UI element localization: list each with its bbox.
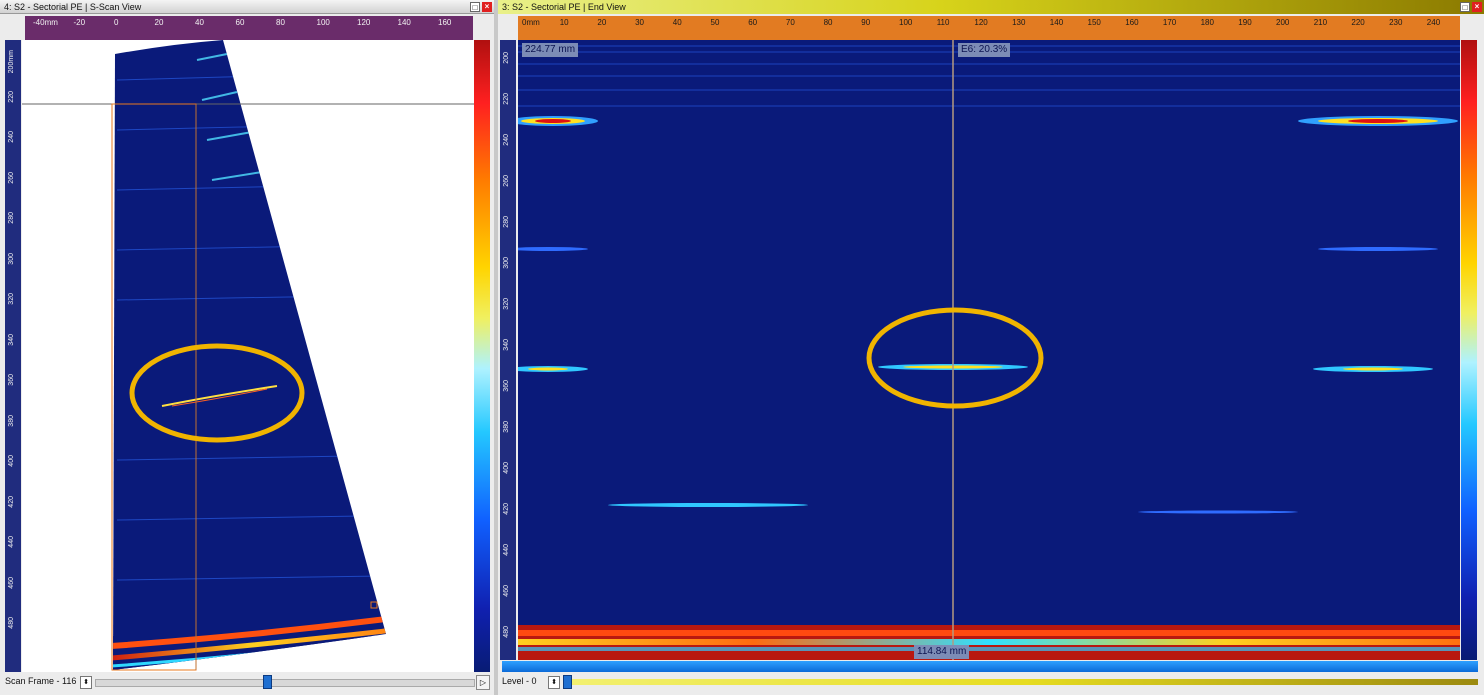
ruler-tick-label: 210	[1313, 18, 1328, 27]
ruler-tick-label: 260	[503, 175, 510, 187]
cursor-position-readout: 114.84 mm	[914, 645, 970, 659]
ruler-tick-label: 160	[1125, 18, 1139, 27]
ruler-tick-label: -20	[73, 18, 86, 27]
maximize-button[interactable]: □	[1460, 2, 1470, 12]
scan-frame-slider[interactable]	[95, 679, 475, 687]
ruler-tick-label: 100	[316, 18, 330, 27]
ruler-tick-label: 80	[823, 18, 833, 27]
ruler-tick-label: 200	[503, 52, 510, 64]
ruler-tick-label: 60	[748, 18, 758, 27]
ruler-tick-label: 360	[8, 374, 15, 386]
ruler-tick-label: 280	[503, 216, 510, 228]
ruler-tick-label: 220	[503, 93, 510, 105]
ruler-tick-label: 30	[635, 18, 644, 27]
ruler-tick-label: 0	[114, 18, 119, 27]
s-scan-color-palette	[474, 40, 490, 672]
ruler-tick-label: 300	[503, 257, 510, 269]
level-slider-thumb[interactable]	[563, 675, 572, 689]
ruler-tick-label: 480	[503, 626, 510, 638]
ruler-tick-label: 460	[8, 576, 15, 589]
level-spinner[interactable]: ⬍	[548, 676, 560, 689]
ruler-tick-label: 340	[8, 333, 15, 346]
ruler-tick-label: 380	[503, 421, 510, 433]
ruler-tick-label: 420	[8, 495, 15, 508]
ruler-tick-label: 260	[8, 171, 15, 184]
ruler-tick-label: 90	[861, 18, 871, 27]
ruler-tick-label: 440	[8, 536, 15, 548]
ruler-tick-label: 150	[1087, 18, 1101, 27]
end-view-scroll-bar[interactable]	[502, 661, 1478, 672]
end-view-vertical-ruler[interactable]: 200 220 240 260 280 300 320 340 360 380 400 420 440 4…	[500, 40, 516, 660]
scan-frame-spinner[interactable]: ⬍	[80, 676, 92, 689]
s-scan-image[interactable]	[22, 40, 474, 672]
ruler-tick-label: 180	[1200, 18, 1214, 27]
ruler-tick-label: 10	[559, 18, 569, 27]
gate-amplitude-readout: E6: 20.3%	[958, 43, 1011, 57]
ruler-tick-label: 240	[8, 131, 15, 143]
s-scan-view-titlebar[interactable]: 4: S2 - Sectorial PE | S-Scan View □ ×	[0, 0, 494, 14]
ruler-tick-label: 420	[503, 503, 510, 515]
close-button[interactable]: ×	[482, 2, 492, 12]
ruler-tick-label: 70	[785, 18, 795, 27]
ruler-tick-label: 40	[672, 18, 682, 27]
ruler-tick-label: 480	[8, 617, 15, 629]
ruler-tick-label: 200	[1276, 18, 1290, 27]
play-button[interactable]: ▷	[476, 675, 490, 690]
ruler-tick-label: 140	[397, 18, 411, 27]
scan-frame-label: Scan Frame - 116	[5, 676, 77, 686]
ruler-tick-label: 0mm	[522, 18, 540, 27]
ruler-tick-label: 130	[1012, 18, 1026, 27]
ruler-tick-label: 80	[276, 18, 285, 27]
ruler-tick-label: 100	[899, 18, 913, 27]
ruler-tick-label: 190	[1238, 18, 1252, 27]
ruler-tick-label: 200mm	[8, 50, 15, 74]
ruler-tick-label: 320	[503, 298, 510, 310]
ruler-tick-label: 280	[8, 212, 15, 224]
ruler-tick-label: 240	[1426, 18, 1441, 27]
s-scan-view-title: 4: S2 - Sectorial PE | S-Scan View	[4, 2, 142, 12]
end-view-color-palette	[1461, 40, 1477, 660]
ruler-tick-label: 220	[8, 90, 15, 103]
ruler-tick-label: 120	[974, 18, 988, 27]
end-view-title: 3: S2 - Sectorial PE | End View	[502, 2, 626, 12]
close-button[interactable]: ×	[1472, 2, 1482, 12]
depth-readout: 224.77 mm	[522, 43, 579, 57]
ruler-tick-label: 170	[1162, 18, 1177, 27]
ruler-tick-label: 20	[154, 18, 164, 27]
ruler-tick-label: -40mm	[33, 18, 58, 27]
ruler-tick-label: 460	[503, 585, 510, 597]
ruler-tick-label: 240	[503, 134, 510, 146]
ruler-tick-label: 400	[503, 462, 510, 474]
ruler-tick-label: 60	[235, 18, 245, 27]
level-slider[interactable]	[572, 679, 1478, 685]
end-view-titlebar[interactable]: 3: S2 - Sectorial PE | End View □ ×	[498, 0, 1484, 14]
ruler-tick-label: 160	[438, 18, 452, 27]
play-icon: ▷	[479, 678, 487, 687]
ruler-tick-label: 110	[936, 18, 950, 27]
ruler-tick-label: 40	[195, 18, 204, 27]
ruler-tick-label: 440	[503, 544, 510, 556]
s-scan-vertical-ruler[interactable]: 200mm 220 240 260 280 300 320 340 360 380 400 420 44…	[5, 40, 21, 672]
ruler-tick-label: 340	[503, 339, 510, 351]
end-view-image[interactable]	[518, 40, 1460, 660]
ruler-tick-label: 230	[1389, 18, 1403, 27]
scan-frame-slider-thumb[interactable]	[263, 675, 272, 689]
ruler-tick-label: 120	[357, 18, 371, 27]
ruler-tick-label: 220	[1351, 18, 1365, 27]
ruler-tick-label: 300	[8, 252, 15, 265]
ruler-tick-label: 360	[503, 380, 510, 392]
ruler-tick-label: 50	[710, 18, 720, 27]
ruler-tick-label: 380	[8, 414, 15, 427]
ruler-tick-label: 320	[8, 293, 15, 305]
ruler-tick-label: 400	[8, 455, 15, 467]
end-view-horizontal-ruler[interactable]: 0mm 10 20 30 40 50 60 70 80 90 100 110 120 130 140 150 1…	[518, 16, 1460, 40]
maximize-button[interactable]: □	[470, 2, 480, 12]
level-label: Level - 0	[502, 676, 537, 686]
s-scan-horizontal-ruler[interactable]: -40mm -20 0 20 40 60 80 100 120 140 160	[25, 16, 473, 40]
ruler-tick-label: 140	[1049, 18, 1064, 27]
ruler-tick-label: 20	[597, 18, 607, 27]
